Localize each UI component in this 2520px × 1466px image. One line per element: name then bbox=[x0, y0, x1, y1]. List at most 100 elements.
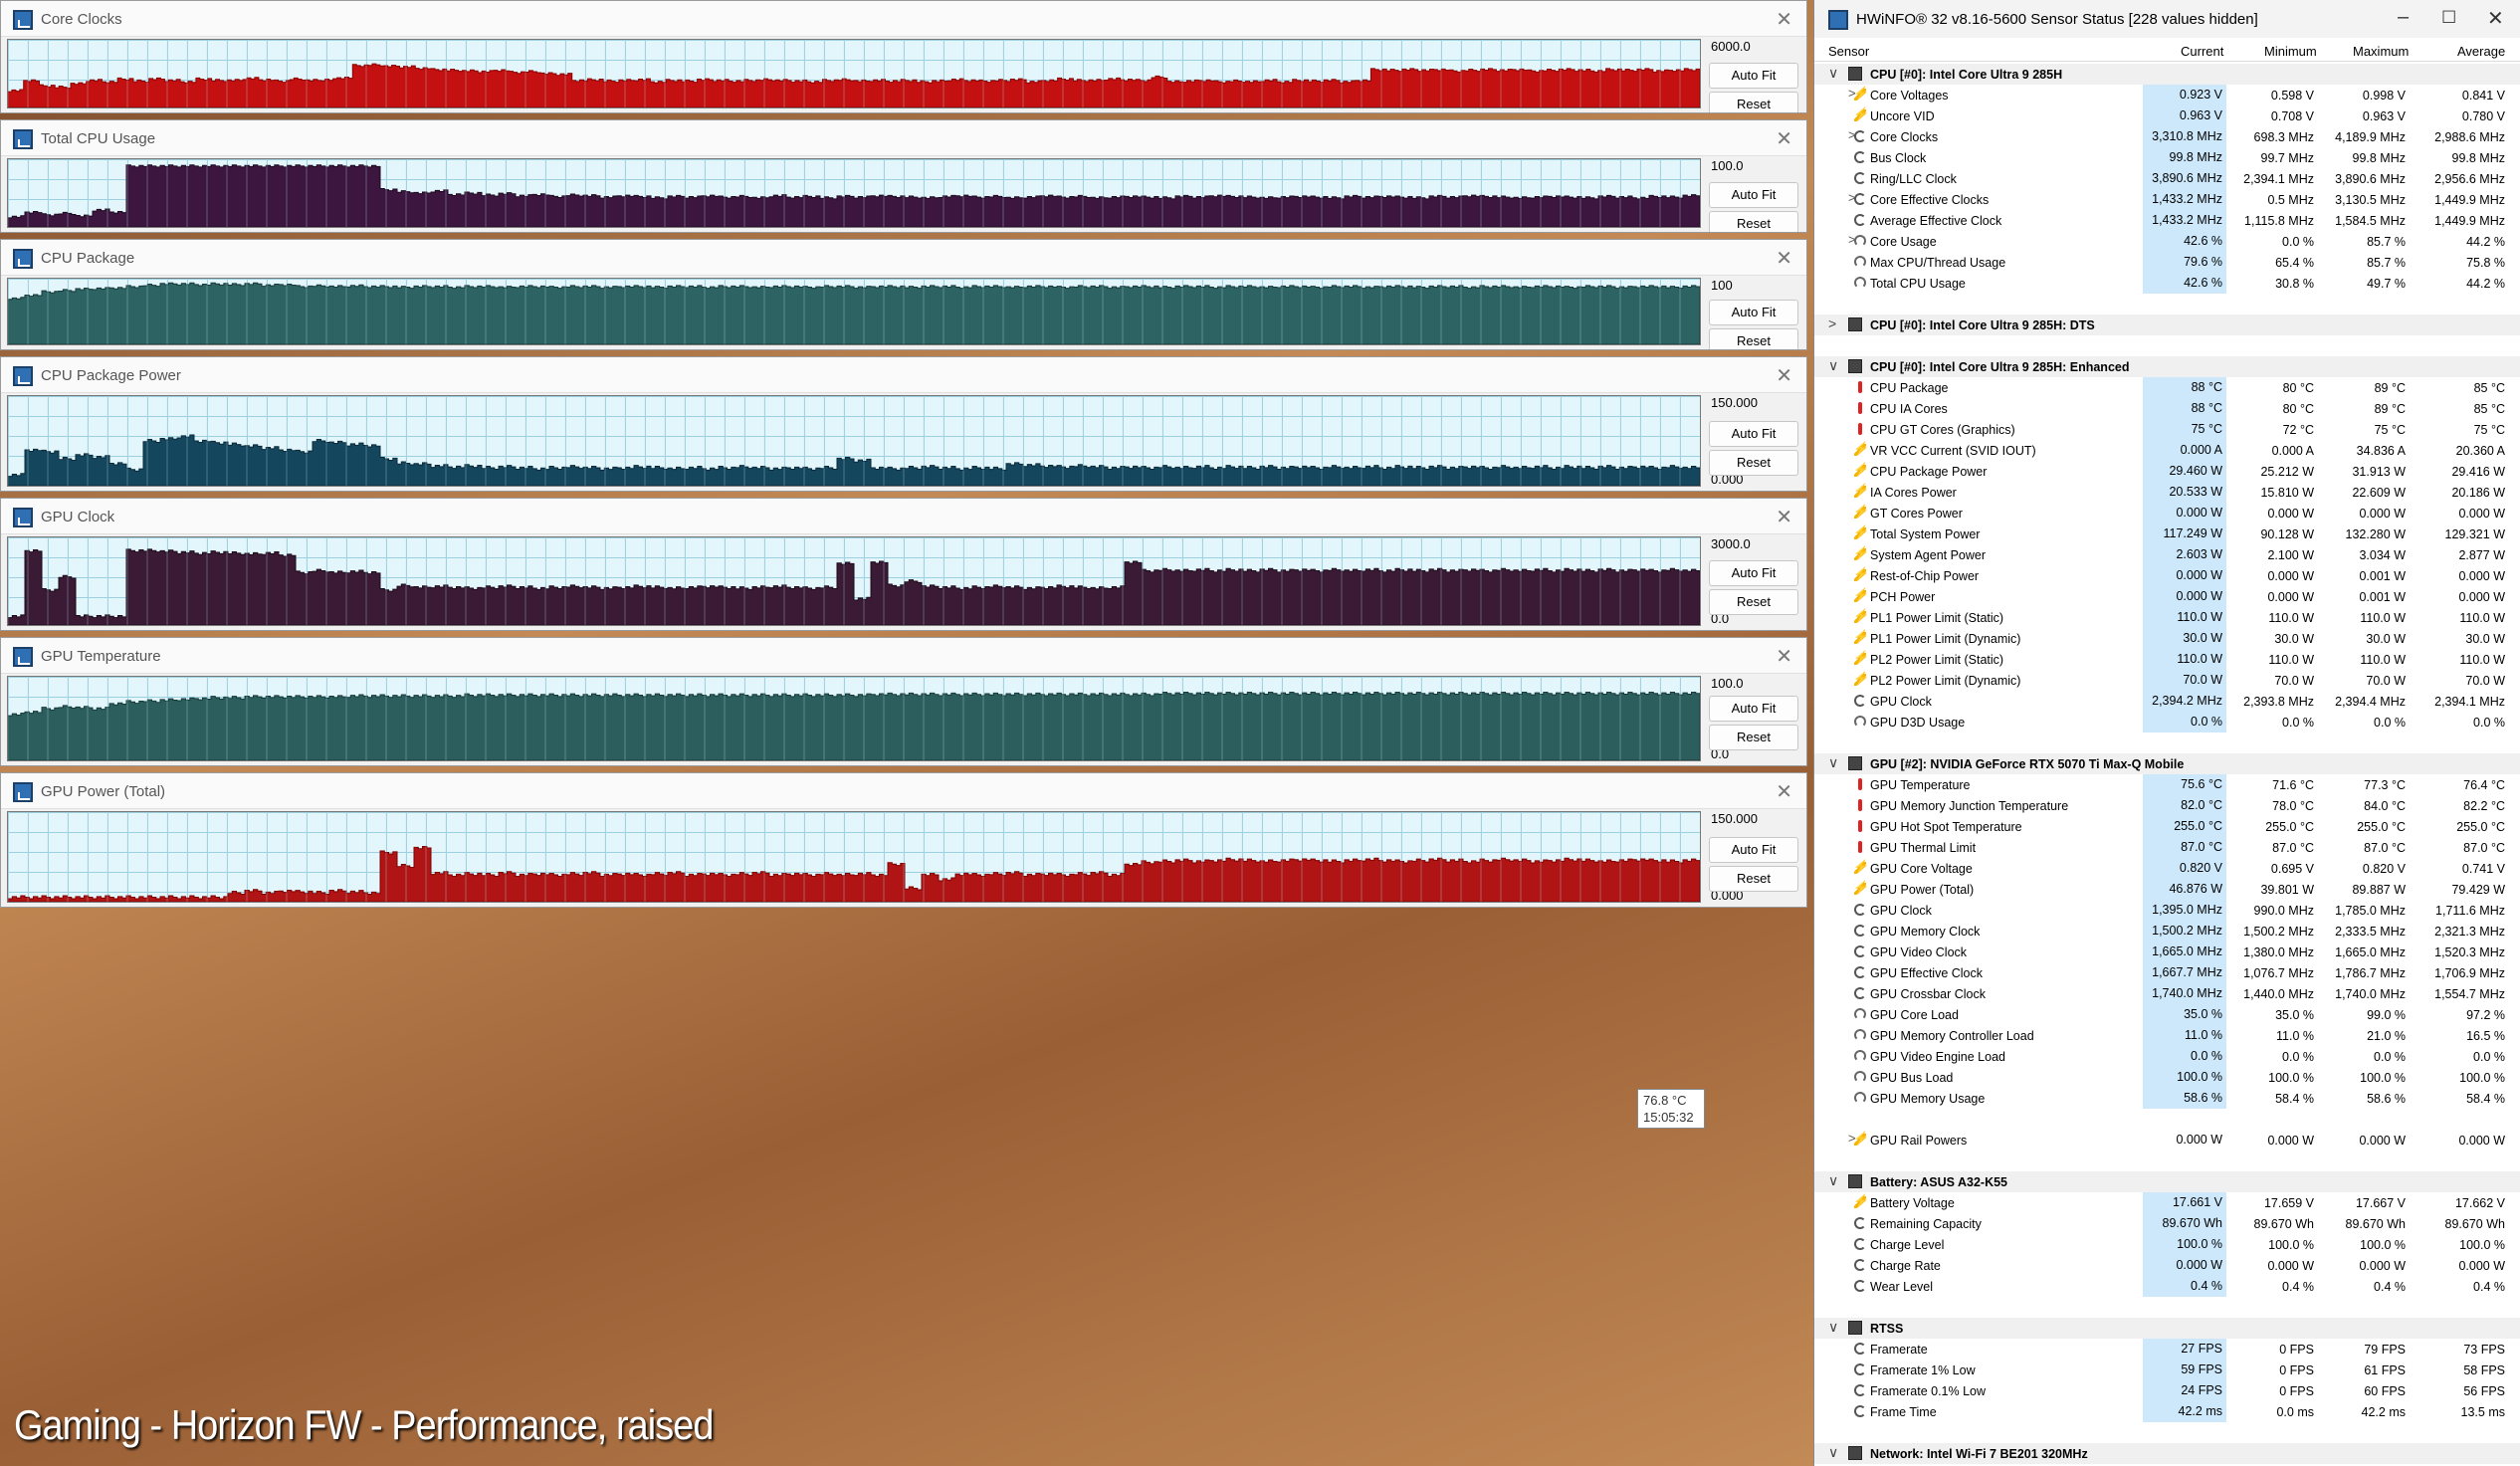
sensor-row[interactable]: GPU Temperature 75.6 °C 71.6 °C 77.3 °C 76.4… bbox=[1814, 774, 2520, 795]
sensor-row[interactable]: Total System Power 117.249 W 90.128 W 132.2… bbox=[1814, 524, 2520, 544]
sensor-row[interactable]: Battery Voltage 17.661 V 17.659 V 17.667 V 1… bbox=[1814, 1192, 2520, 1213]
sensor-row[interactable]: GPU D3D Usage 0.0 % 0.0 % 0.0 % 0.0 % bbox=[1814, 712, 2520, 733]
chevron-down-icon[interactable]: ∨ bbox=[1828, 754, 1838, 771]
sensor-group-row[interactable]: ∨ CPU [#0]: Intel Core Ultra 9 285H: Enha… bbox=[1814, 356, 2520, 377]
sensor-row[interactable]: GT Cores Power 0.000 W 0.000 W 0.000 W 0.000… bbox=[1814, 503, 2520, 524]
reset-button[interactable]: Reset bbox=[1709, 211, 1798, 232]
sensor-row[interactable]: Bus Clock 99.8 MHz 99.7 MHz 99.8 MHz 99.8 MH… bbox=[1814, 147, 2520, 168]
close-icon[interactable]: ✕ bbox=[2487, 6, 2504, 31]
sensor-row[interactable]: CPU Package 88 °C 80 °C 89 °C 85 °C bbox=[1814, 377, 2520, 398]
sensor-row[interactable]: Remaining Capacity 89.670 Wh 89.670 Wh 89.6… bbox=[1814, 1213, 2520, 1234]
auto-fit-button[interactable]: Auto Fit bbox=[1709, 300, 1798, 325]
reset-button[interactable]: Reset bbox=[1709, 328, 1798, 349]
graph-title-bar[interactable]: GPU Temperature ✕ bbox=[1, 638, 1806, 674]
sensor-row[interactable]: GPU Thermal Limit 87.0 °C 87.0 °C 87.0 °C 87… bbox=[1814, 837, 2520, 858]
sensor-group-row[interactable]: ∨ Network: Intel Wi-Fi 7 BE201 320MHz bbox=[1814, 1443, 2520, 1464]
sensor-row[interactable]: Rest-of-Chip Power 0.000 W 0.000 W 0.001 W 0… bbox=[1814, 565, 2520, 586]
sensor-row[interactable]: Charge Rate 0.000 W 0.000 W 0.000 W 0.000 W bbox=[1814, 1255, 2520, 1276]
sensor-row[interactable]: >GPU Rail Powers0.000 W0.000 W0.000 W0.0… bbox=[1814, 1130, 2520, 1151]
sensor-row[interactable]: >Core Voltages0.923 V0.598 V0.998 V0.841… bbox=[1814, 85, 2520, 105]
sensor-row[interactable]: GPU Memory Junction Temperature 82.0 °C 78… bbox=[1814, 795, 2520, 816]
sensor-row[interactable]: Total CPU Usage 42.6 % 30.8 % 49.7 % 44.2 % bbox=[1814, 273, 2520, 294]
close-icon[interactable]: ✕ bbox=[1776, 363, 1792, 388]
chevron-down-icon[interactable]: ∨ bbox=[1828, 1444, 1838, 1461]
header-average[interactable]: Average bbox=[2457, 44, 2505, 59]
chevron-down-icon[interactable]: ∨ bbox=[1828, 1319, 1838, 1336]
sensor-row[interactable]: GPU Memory Controller Load 11.0 % 11.0 % 21… bbox=[1814, 1025, 2520, 1046]
auto-fit-button[interactable]: Auto Fit bbox=[1709, 837, 1798, 863]
graph-title-bar[interactable]: GPU Power (Total) ✕ bbox=[1, 773, 1806, 809]
graph-window[interactable]: Core Clocks✕6000.03,310.8 MHz0.0Auto Fit… bbox=[0, 0, 1807, 113]
graph-window[interactable]: GPU Temperature✕100.075.6 °C0.0Auto FitR… bbox=[0, 637, 1807, 766]
header-sensor[interactable]: Sensor bbox=[1828, 44, 1869, 59]
sensor-row[interactable]: GPU Video Clock 1,665.0 MHz 1,380.0 MHz 1,6… bbox=[1814, 942, 2520, 962]
close-icon[interactable]: ✕ bbox=[1776, 779, 1792, 804]
sensor-row[interactable]: GPU Clock 1,395.0 MHz 990.0 MHz 1,785.0 MHz… bbox=[1814, 900, 2520, 921]
graph-title-bar[interactable]: GPU Clock ✕ bbox=[1, 499, 1806, 534]
sensor-group-row[interactable]: > CPU [#0]: Intel Core Ultra 9 285H: DTS bbox=[1814, 314, 2520, 335]
sensor-group-row[interactable]: ∨ CPU [#0]: Intel Core Ultra 9 285H bbox=[1814, 64, 2520, 85]
header-minimum[interactable]: Minimum bbox=[2264, 44, 2317, 59]
sensor-row[interactable]: GPU Core Load 35.0 % 35.0 % 99.0 % 97.2 % bbox=[1814, 1004, 2520, 1025]
header-current[interactable]: Current bbox=[2181, 44, 2223, 59]
sensor-row[interactable]: GPU Power (Total) 46.876 W 39.801 W 89.887 … bbox=[1814, 879, 2520, 900]
sensor-row[interactable]: GPU Bus Load 100.0 % 100.0 % 100.0 % 100.0 % bbox=[1814, 1067, 2520, 1088]
auto-fit-button[interactable]: Auto Fit bbox=[1709, 63, 1798, 89]
graph-window[interactable]: Total CPU Usage✕100.042.6 %0.0Auto FitRe… bbox=[0, 119, 1807, 233]
graph-title-bar[interactable]: CPU Package Power ✕ bbox=[1, 357, 1806, 393]
sensor-group-row[interactable]: ∨ RTSS bbox=[1814, 1318, 2520, 1339]
sensor-row[interactable]: VR VCC Current (SVID IOUT) 0.000 A 0.000 A… bbox=[1814, 440, 2520, 461]
sensor-row[interactable]: GPU Memory Clock 1,500.2 MHz 1,500.2 MHz 2,… bbox=[1814, 921, 2520, 942]
sensor-row[interactable]: GPU Core Voltage 0.820 V 0.695 V 0.820 V 0.7… bbox=[1814, 858, 2520, 879]
close-icon[interactable]: ✕ bbox=[1776, 505, 1792, 529]
sensor-row[interactable]: System Agent Power 2.603 W 2.100 W 3.034 W 2… bbox=[1814, 544, 2520, 565]
graph-window[interactable]: CPU Package Power✕150.00029.460 W0.000Au… bbox=[0, 356, 1807, 492]
sensor-row[interactable]: Framerate 27 FPS 0 FPS 79 FPS 73 FPS bbox=[1814, 1339, 2520, 1360]
sensor-row[interactable]: > Core Effective Clocks 1,433.2 MHz 0.5 MHz… bbox=[1814, 189, 2520, 210]
close-icon[interactable]: ✕ bbox=[1776, 644, 1792, 669]
graph-window[interactable]: GPU Power (Total)✕150.00046.876 W0.000Au… bbox=[0, 772, 1807, 908]
sensor-group-row[interactable]: ∨ Battery: ASUS A32-K55 bbox=[1814, 1171, 2520, 1192]
sensor-row[interactable]: Charge Level 100.0 % 100.0 % 100.0 % 100.0 % bbox=[1814, 1234, 2520, 1255]
minimize-icon[interactable]: – bbox=[2398, 6, 2409, 29]
graph-title-bar[interactable]: Core Clocks ✕ bbox=[1, 1, 1806, 37]
sensor-row[interactable]: PL1 Power Limit (Dynamic) 30.0 W 30.0 W 30.… bbox=[1814, 628, 2520, 649]
sensor-row[interactable]: Ring/LLC Clock 3,890.6 MHz 2,394.1 MHz 3,89… bbox=[1814, 168, 2520, 189]
sensor-row[interactable]: GPU Crossbar Clock 1,740.0 MHz 1,440.0 MHz… bbox=[1814, 983, 2520, 1004]
maximize-icon[interactable]: ☐ bbox=[2441, 8, 2456, 28]
sensor-row[interactable]: PL1 Power Limit (Static) 110.0 W 110.0 W 11… bbox=[1814, 607, 2520, 628]
sensor-row[interactable]: PL2 Power Limit (Dynamic) 70.0 W 70.0 W 70.… bbox=[1814, 670, 2520, 691]
sensor-row[interactable]: GPU Clock 2,394.2 MHz 2,393.8 MHz 2,394.4 M… bbox=[1814, 691, 2520, 712]
chevron-down-icon[interactable]: ∨ bbox=[1828, 1172, 1838, 1189]
reset-button[interactable]: Reset bbox=[1709, 725, 1798, 750]
graph-title-bar[interactable]: Total CPU Usage ✕ bbox=[1, 120, 1806, 156]
sensor-row[interactable]: Uncore VID 0.963 V 0.708 V 0.963 V 0.780 V bbox=[1814, 105, 2520, 126]
close-icon[interactable]: ✕ bbox=[1776, 7, 1792, 32]
sensor-row[interactable]: Framerate 1% Low 59 FPS 0 FPS 61 FPS 58 FPS bbox=[1814, 1360, 2520, 1380]
reset-button[interactable]: Reset bbox=[1709, 589, 1798, 615]
sensor-row[interactable]: GPU Effective Clock 1,667.7 MHz 1,076.7 MH… bbox=[1814, 962, 2520, 983]
sensor-row[interactable]: > Core Clocks 3,310.8 MHz 698.3 MHz 4,189.9 … bbox=[1814, 126, 2520, 147]
reset-button[interactable]: Reset bbox=[1709, 450, 1798, 476]
hwinfo-title-bar[interactable]: HWiNFO® 32 v8.16-5600 Sensor Status [228… bbox=[1814, 0, 2520, 38]
sensor-row[interactable]: Frame Time 42.2 ms 0.0 ms 42.2 ms 13.5 ms bbox=[1814, 1401, 2520, 1422]
sensor-row[interactable]: PCH Power 0.000 W 0.000 W 0.001 W 0.000 W bbox=[1814, 586, 2520, 607]
auto-fit-button[interactable]: Auto Fit bbox=[1709, 696, 1798, 722]
sensor-row[interactable]: Wear Level 0.4 % 0.4 % 0.4 % 0.4 % bbox=[1814, 1276, 2520, 1297]
close-icon[interactable]: ✕ bbox=[1776, 246, 1792, 271]
sensor-row[interactable]: GPU Memory Usage 58.6 % 58.4 % 58.6 % 58.4 % bbox=[1814, 1088, 2520, 1109]
sensor-row[interactable]: CPU GT Cores (Graphics) 75 °C 72 °C 75 °C 75… bbox=[1814, 419, 2520, 440]
auto-fit-button[interactable]: Auto Fit bbox=[1709, 421, 1798, 447]
sensor-row[interactable]: CPU IA Cores 88 °C 80 °C 89 °C 85 °C bbox=[1814, 398, 2520, 419]
sensor-row[interactable]: Framerate 0.1% Low 24 FPS 0 FPS 60 FPS 56 FP… bbox=[1814, 1380, 2520, 1401]
sensor-row[interactable]: GPU Video Engine Load 0.0 % 0.0 % 0.0 % 0.0 … bbox=[1814, 1046, 2520, 1067]
sensor-row[interactable]: PL2 Power Limit (Static) 110.0 W 110.0 W 11… bbox=[1814, 649, 2520, 670]
graph-title-bar[interactable]: CPU Package ✕ bbox=[1, 240, 1806, 276]
chevron-right-icon[interactable]: > bbox=[1828, 315, 1836, 331]
sensor-row[interactable]: IA Cores Power 20.533 W 15.810 W 22.609 W 20… bbox=[1814, 482, 2520, 503]
sensor-row[interactable]: CPU Package Power 29.460 W 25.212 W 31.913 … bbox=[1814, 461, 2520, 482]
auto-fit-button[interactable]: Auto Fit bbox=[1709, 560, 1798, 586]
auto-fit-button[interactable]: Auto Fit bbox=[1709, 182, 1798, 208]
sensor-row[interactable]: Average Effective Clock 1,433.2 MHz 1,115.… bbox=[1814, 210, 2520, 231]
reset-button[interactable]: Reset bbox=[1709, 92, 1798, 112]
